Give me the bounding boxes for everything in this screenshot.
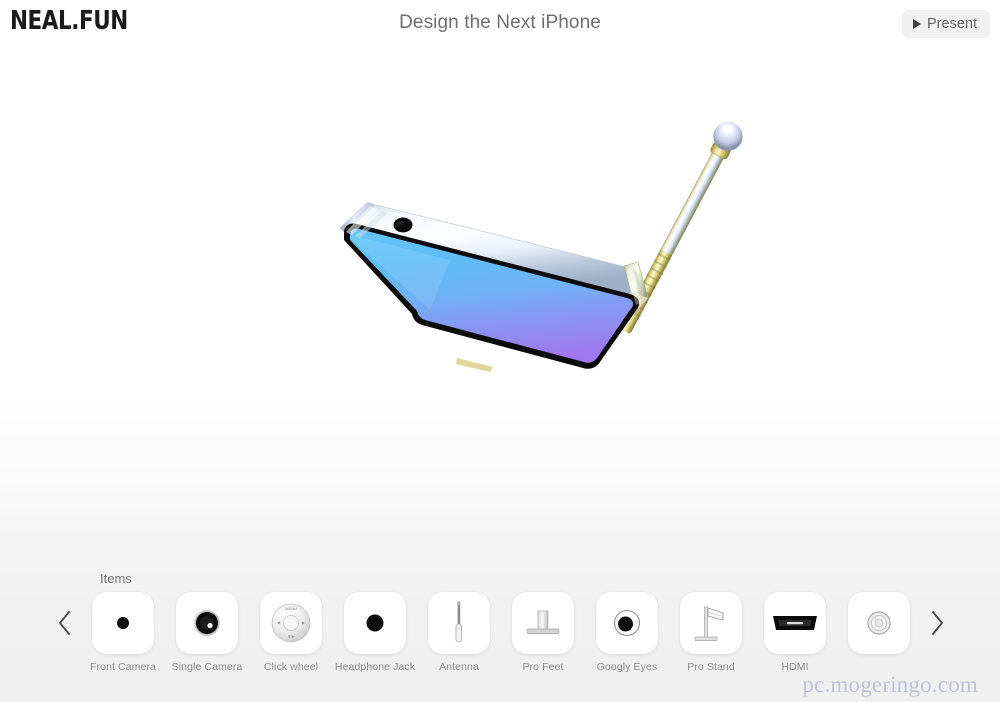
front-camera-icon — [117, 617, 129, 629]
single-camera-icon — [194, 610, 220, 636]
item-click-wheel[interactable]: MENU Click wheel — [260, 592, 322, 673]
item-pro-feet[interactable]: Pro Feet — [512, 592, 574, 673]
item-label: Googly Eyes — [596, 661, 658, 673]
phone-3d-scene[interactable] — [300, 68, 800, 468]
item-tile[interactable] — [848, 592, 910, 654]
item-label: Antenna — [439, 661, 479, 673]
googly-eyes-icon — [613, 609, 641, 637]
item-label: Headphone Jack — [334, 661, 416, 673]
item-label: Pro Stand — [687, 661, 735, 673]
item-single-camera[interactable]: Single Camera — [172, 592, 242, 673]
item-tile[interactable] — [428, 592, 490, 654]
item-label: Front Camera — [90, 661, 156, 673]
item-tile[interactable] — [764, 592, 826, 654]
iphone-model[interactable] — [330, 188, 650, 408]
present-button[interactable]: Present — [902, 10, 990, 38]
ring-lens-icon — [867, 611, 891, 635]
chevron-left-icon — [59, 611, 70, 635]
item-tile[interactable] — [176, 592, 238, 654]
items-carousel[interactable]: Front Camera Single Camera MENU Click wh… — [90, 592, 910, 673]
pro-stand-icon — [694, 606, 724, 641]
hdmi-icon — [773, 616, 817, 630]
item-tile[interactable]: MENU — [260, 592, 322, 654]
item-googly-eyes[interactable]: Googly Eyes — [596, 592, 658, 673]
iphone-svg — [339, 201, 649, 372]
item-front-camera[interactable]: Front Camera — [90, 592, 156, 673]
item-pro-stand[interactable]: Pro Stand — [680, 592, 742, 673]
item-ring-lens[interactable] — [848, 592, 910, 673]
present-button-label: Present — [927, 16, 977, 32]
item-antenna[interactable]: Antenna — [428, 592, 490, 673]
antenna-icon — [455, 601, 462, 643]
app-root: NEAL.FUN Design the Next iPhone Present — [0, 0, 1000, 702]
page-title: Design the Next iPhone — [399, 12, 601, 33]
item-label: Single Camera — [171, 661, 243, 673]
item-tile[interactable] — [344, 592, 406, 654]
click-wheel-icon: MENU — [271, 603, 311, 643]
item-tile[interactable] — [512, 592, 574, 654]
item-tile[interactable] — [596, 592, 658, 654]
item-label: Pro Feet — [522, 661, 564, 673]
pro-feet-icon — [526, 610, 560, 634]
app-header: NEAL.FUN Design the Next iPhone Present — [0, 0, 1000, 48]
headphone-jack-icon — [366, 614, 384, 632]
item-label: Click wheel — [263, 661, 319, 673]
site-watermark: pc.mogeringo.com — [802, 672, 978, 697]
design-stage[interactable] — [0, 48, 1000, 548]
item-hdmi[interactable]: HDMI — [764, 592, 826, 673]
play-triangle-icon — [913, 19, 922, 29]
item-tile[interactable] — [680, 592, 742, 654]
chevron-right-icon — [932, 611, 943, 635]
carousel-next-button[interactable] — [920, 606, 954, 640]
item-headphone-jack[interactable]: Headphone Jack — [335, 592, 415, 673]
item-tile[interactable] — [92, 592, 154, 654]
items-tray-label: Items — [100, 571, 132, 586]
click-wheel-menu-text: MENU — [285, 606, 297, 611]
carousel-prev-button[interactable] — [48, 606, 82, 640]
